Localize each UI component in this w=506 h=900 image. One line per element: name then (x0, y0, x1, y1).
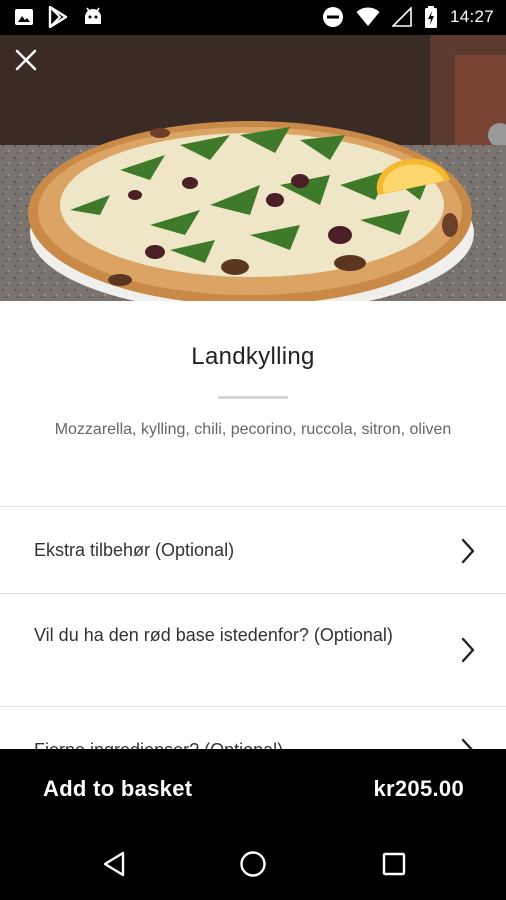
product-description: Mozzarella, kylling, chili, pecorino, ru… (54, 421, 452, 438)
home-circle-icon (239, 850, 267, 883)
product-title: Landkylling (191, 343, 315, 370)
option-red-base[interactable]: Vil du ha den rød base istedenfor? (Opti… (0, 593, 506, 706)
close-button[interactable] (14, 48, 50, 84)
wifi-icon (356, 7, 380, 27)
option-extra-accessories[interactable]: Ekstra tilbehør (Optional) (0, 506, 506, 593)
recents-button[interactable] (377, 849, 411, 883)
option-label: Vil du ha den rød base istedenfor? (Opti… (34, 625, 393, 645)
chevron-right-icon (460, 737, 476, 749)
signal-icon (391, 7, 412, 27)
do-not-disturb-icon (322, 6, 344, 28)
chevron-right-icon (460, 636, 476, 664)
back-button[interactable] (97, 849, 131, 883)
option-remove-ingredients[interactable]: Fjerne ingredienser? (Optional) (0, 706, 506, 749)
system-nav-bar (0, 831, 506, 900)
option-label: Ekstra tilbehør (Optional) (34, 540, 235, 560)
status-time: 14:27 (449, 7, 494, 26)
back-triangle-icon (102, 851, 126, 882)
add-to-basket-button[interactable]: Add to basket kr205.00 (0, 749, 506, 831)
product-details: Landkylling Mozzarella, kylling, chili, … (0, 301, 506, 749)
image-icon (14, 7, 34, 27)
recents-square-icon (382, 852, 406, 881)
home-button[interactable] (236, 849, 270, 883)
pizza-photo (0, 35, 506, 301)
option-label: Fjerne ingredienser? (Optional) (34, 737, 283, 749)
basket-price: kr205.00 (373, 776, 464, 801)
play-store-icon (48, 6, 68, 28)
status-bar: 14:27 (0, 0, 506, 35)
options-list: Ekstra tilbehør (Optional) Vil du ha den… (0, 506, 506, 749)
battery-charging-icon (424, 6, 438, 28)
add-to-basket-label: Add to basket (43, 776, 193, 801)
android-icon (82, 6, 104, 28)
chevron-right-icon (460, 537, 476, 565)
title-divider (218, 396, 288, 399)
